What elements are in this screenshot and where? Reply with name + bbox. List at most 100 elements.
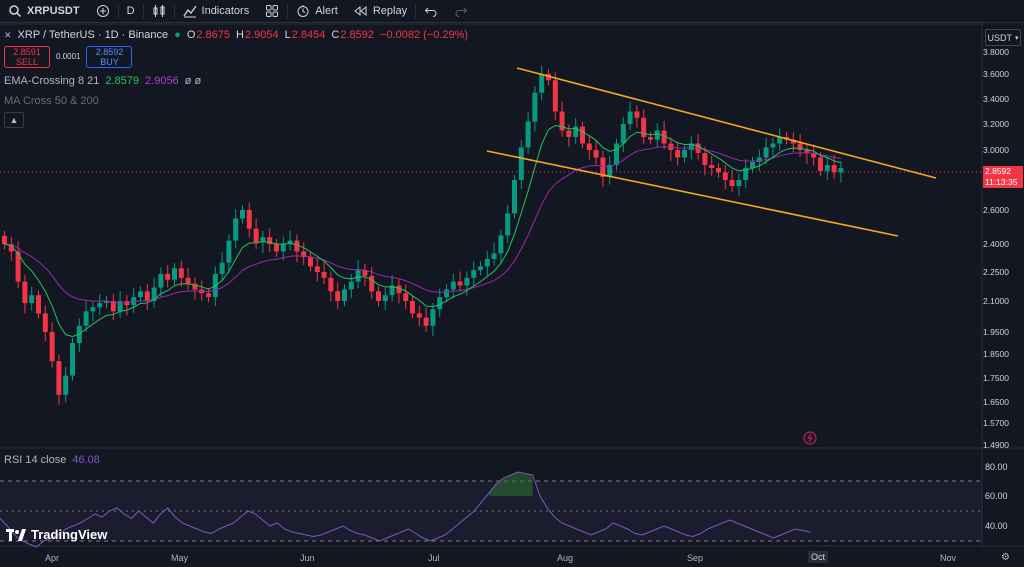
candle-body <box>63 375 69 395</box>
candle-body <box>682 150 687 158</box>
month-label: Jun <box>300 553 315 563</box>
candle-body <box>620 124 626 144</box>
candle-body <box>348 281 354 290</box>
candle-body <box>763 147 769 158</box>
candle-body <box>505 213 511 236</box>
candle-body <box>246 210 252 229</box>
candle-body <box>818 157 823 171</box>
candle-body <box>233 218 239 241</box>
candle-body <box>586 143 592 150</box>
candle-body <box>226 240 232 263</box>
chevron-up-icon: ▲ <box>9 115 19 125</box>
candle-body <box>648 137 653 140</box>
candle-body <box>2 235 7 244</box>
low-label: L <box>284 29 291 41</box>
candle-body <box>314 266 320 272</box>
month-label: Jul <box>428 553 440 563</box>
close-label: C <box>331 29 340 41</box>
spread-value: 0.0001 <box>56 52 81 61</box>
candle-body <box>580 126 585 144</box>
sell-button[interactable]: 2.8591 SELL <box>4 46 50 68</box>
candle-body <box>42 313 48 332</box>
candle-body <box>423 317 429 326</box>
candle-body <box>736 180 742 186</box>
high-label: H <box>236 29 244 41</box>
brand-name: TradingView <box>31 527 108 542</box>
candle-body <box>328 277 334 292</box>
high-value: 2.9054 <box>244 29 279 41</box>
price-tick: 2.2500 <box>983 267 1009 277</box>
price-tick: 3.4000 <box>983 94 1009 104</box>
collapse-arrow-icon[interactable]: ✕ <box>4 28 12 42</box>
ema-indicator-row[interactable]: EMA-Crossing 8 21 2.8579 2.9056 ø ø <box>4 74 468 88</box>
candle-body <box>185 277 191 284</box>
tradingview-logo[interactable]: TradingView <box>6 527 107 542</box>
candle-body <box>206 293 211 298</box>
ma-indicator-row[interactable]: MA Cross 50 & 200 <box>4 94 468 108</box>
candle-body <box>654 130 660 140</box>
candle-body <box>369 275 375 292</box>
candle-body <box>831 165 837 173</box>
buy-price: 2.8592 <box>95 47 124 57</box>
tradingview-logo-icon <box>6 528 26 541</box>
ema-fast-line <box>4 124 842 338</box>
candle-body <box>416 313 422 318</box>
current-price: 2.8592 <box>985 166 1011 176</box>
candle-body <box>552 80 558 112</box>
price-tick: 2.4000 <box>983 239 1009 249</box>
candle-body <box>56 361 62 395</box>
candle-body <box>274 244 279 252</box>
ema-label: EMA-Crossing 8 21 <box>4 75 100 87</box>
candle-body <box>90 307 96 312</box>
upper-trendline[interactable] <box>516 67 937 179</box>
price-tick: 3.6000 <box>983 69 1009 79</box>
candle-body <box>124 301 130 306</box>
candle-body <box>593 150 599 158</box>
month-label: May <box>171 553 189 563</box>
ema-extra-values: ø ø <box>184 75 202 87</box>
close-value: 2.8592 <box>340 29 375 41</box>
candle-body <box>471 270 477 278</box>
lower-trendline[interactable] <box>486 150 899 237</box>
sell-price: 2.8591 <box>13 47 41 57</box>
candle-body <box>498 235 504 254</box>
candle-body <box>430 309 436 326</box>
candle-body <box>219 262 225 274</box>
candle-body <box>457 281 463 286</box>
candle-body <box>484 258 490 267</box>
candle-body <box>716 168 721 173</box>
candle-body <box>525 121 531 148</box>
candle-body <box>178 268 184 278</box>
candle-body <box>29 295 35 304</box>
candle-body <box>382 295 388 301</box>
candle-body <box>444 289 449 298</box>
ema-slow-line <box>4 146 841 303</box>
candle-body <box>253 228 259 243</box>
symbol-title: XRP / TetherUS · 1D · Binance <box>17 29 169 41</box>
candle-body <box>464 277 470 286</box>
ema-fast-value: 2.8579 <box>105 75 140 87</box>
rsi-legend[interactable]: RSI 14 close 46.08 <box>4 454 100 466</box>
open-label: O <box>186 29 196 41</box>
candle-body <box>532 92 538 122</box>
candle-body <box>144 291 150 301</box>
buy-button[interactable]: 2.8592 BUY <box>86 46 133 68</box>
candle-body <box>410 301 415 314</box>
month-label: Apr <box>45 553 60 563</box>
ohlc-row: ✕ XRP / TetherUS · 1D · Binance ● O 2.867… <box>4 28 468 42</box>
candle-body <box>838 168 844 173</box>
settings-icon[interactable]: ⚙ <box>1001 552 1010 563</box>
ma-label: MA Cross 50 & 200 <box>4 95 99 107</box>
candle-body <box>172 268 177 280</box>
candle-body <box>478 266 483 271</box>
candle-body <box>675 150 681 158</box>
candle-body <box>756 157 762 162</box>
legend-collapse-button[interactable]: ▲ <box>4 112 24 128</box>
price-tick: 1.4900 <box>983 440 1009 450</box>
candle-body <box>342 289 347 301</box>
currency-button[interactable]: USDT ▾ <box>985 29 1021 46</box>
candle-body <box>321 272 327 278</box>
current-price-tag: 2.8592 11:13:35 <box>983 166 1023 188</box>
lightning-icon[interactable] <box>803 431 817 445</box>
candle-body <box>49 332 55 362</box>
